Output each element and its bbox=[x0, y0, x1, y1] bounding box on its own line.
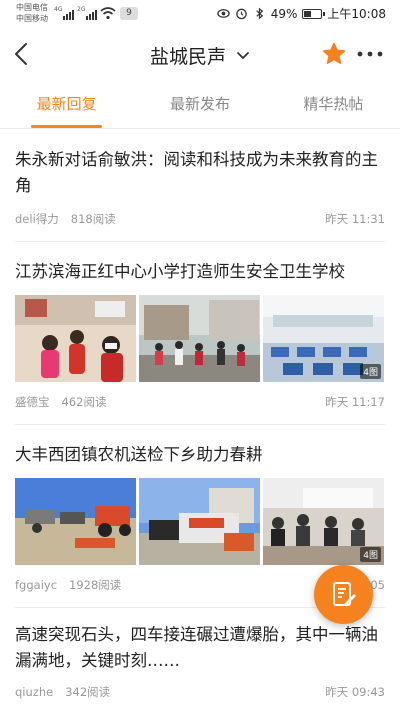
post-title: 大丰西团镇农机送检下乡助力春耕 bbox=[15, 445, 263, 464]
compose-icon bbox=[333, 582, 356, 606]
post-title: 朱永新对话俞敏洪：阅读和科技成为未来教育的主角 bbox=[15, 150, 378, 195]
clock: 上午10:08 bbox=[327, 7, 386, 21]
tab-latest-reply[interactable]: 最新回复 bbox=[0, 80, 133, 128]
carrier-1: 中国电信 bbox=[16, 3, 48, 12]
nav-bar: 盐城民声 bbox=[0, 28, 400, 80]
carrier-2: 中国移动 bbox=[16, 14, 48, 23]
post-author: fggaiyc bbox=[15, 578, 58, 592]
signal-icon bbox=[63, 8, 74, 20]
status-bar: 中国电信 中国移动 4G 2G 9 49% 上午10:08 bbox=[0, 0, 400, 28]
net-type-1: 4G bbox=[54, 6, 63, 13]
post-images: 4图 bbox=[15, 295, 385, 382]
wifi-icon bbox=[100, 7, 116, 20]
post-image[interactable] bbox=[15, 295, 136, 382]
post-images: 4图 bbox=[15, 478, 385, 565]
post-item[interactable]: 朱永新对话俞敏洪：阅读和科技成为未来教育的主角 deli得力 818阅读 昨天 … bbox=[0, 129, 400, 227]
image-count-badge: 4图 bbox=[360, 364, 381, 379]
post-views: 818阅读 bbox=[70, 212, 116, 226]
post-author: deli得力 bbox=[15, 212, 59, 226]
signal-icon-2 bbox=[86, 8, 97, 20]
battery-level bbox=[304, 10, 312, 17]
notification-count-badge: 9 bbox=[120, 7, 138, 20]
eye-icon bbox=[217, 9, 230, 18]
post-image[interactable] bbox=[139, 295, 260, 382]
post-views: 1928阅读 bbox=[69, 578, 122, 592]
more-options-icon[interactable] bbox=[355, 46, 385, 62]
battery-percent: 49% bbox=[270, 6, 298, 21]
net-type-2: 2G bbox=[77, 6, 86, 13]
post-title: 高速突现石头，四车接连碾过遭爆胎，其中一辆油漏满地，关键时刻…… bbox=[15, 625, 378, 670]
post-image[interactable] bbox=[139, 478, 260, 565]
tab-bar: 最新回复 最新发布 精华热帖 bbox=[0, 80, 400, 129]
post-author: qiuzhe bbox=[15, 685, 54, 699]
battery-icon bbox=[302, 8, 326, 19]
image-count-badge: 4图 bbox=[360, 547, 381, 562]
post-views: 342阅读 bbox=[65, 685, 111, 699]
favorite-star-icon[interactable] bbox=[321, 41, 347, 67]
post-time: 昨天 11:31 bbox=[325, 212, 385, 226]
post-meta: deli得力 818阅读 昨天 11:31 bbox=[15, 211, 385, 227]
bluetooth-icon bbox=[256, 7, 263, 20]
compose-post-button[interactable] bbox=[314, 565, 373, 624]
post-image[interactable]: 4图 bbox=[263, 295, 384, 382]
post-item[interactable]: 江苏滨海正红中心小学打造师生安全卫生学校 4图 盛德宝 462阅读 昨天 11:… bbox=[0, 242, 400, 410]
back-arrow-icon[interactable] bbox=[6, 36, 40, 72]
post-time: 昨天 09:43 bbox=[325, 685, 385, 699]
post-time: 昨天 11:17 bbox=[325, 395, 385, 409]
tab-latest-published[interactable]: 最新发布 bbox=[133, 80, 266, 128]
post-title: 江苏滨海正红中心小学打造师生安全卫生学校 bbox=[15, 262, 345, 281]
post-meta: 盛德宝 462阅读 昨天 11:17 bbox=[15, 394, 385, 410]
chevron-down-icon bbox=[237, 51, 249, 59]
tab-featured-hot[interactable]: 精华热帖 bbox=[267, 80, 400, 128]
post-views: 462阅读 bbox=[61, 395, 107, 409]
post-image[interactable]: 4图 bbox=[263, 478, 384, 565]
alarm-icon bbox=[235, 8, 247, 20]
page-title: 盐城民声 bbox=[150, 46, 227, 68]
post-meta: qiuzhe 342阅读 昨天 09:43 bbox=[15, 684, 385, 700]
carrier-info: 中国电信 中国移动 bbox=[16, 2, 48, 24]
post-image[interactable] bbox=[15, 478, 136, 565]
forum-selector[interactable]: 盐城民声 bbox=[150, 42, 250, 69]
post-author: 盛德宝 bbox=[15, 395, 50, 409]
